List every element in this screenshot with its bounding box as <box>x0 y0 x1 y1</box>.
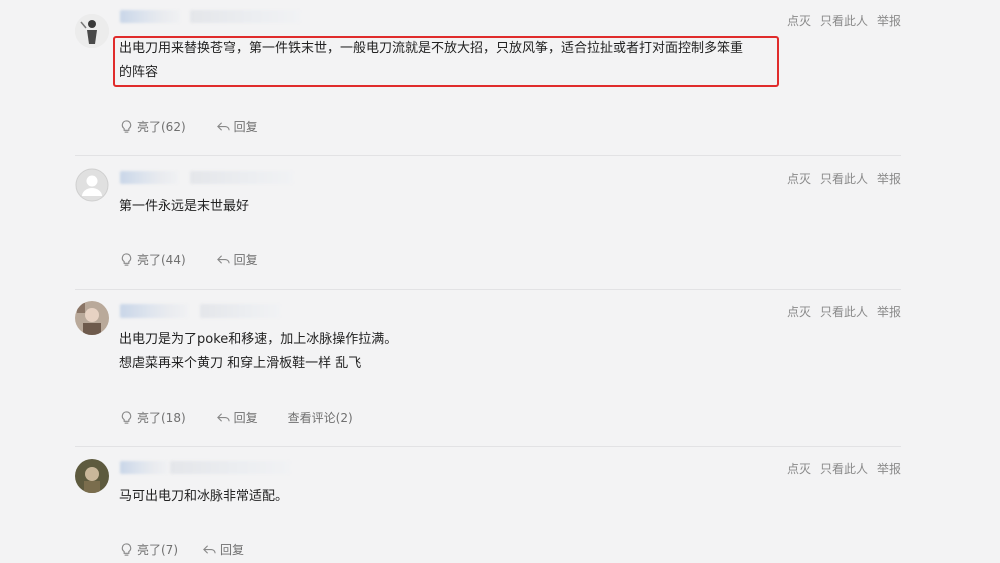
only-this-user-button[interactable]: 只看此人 <box>820 303 868 320</box>
like-button[interactable]: 亮了(62) <box>119 118 186 135</box>
comment-line: 出电刀是为了poke和移速，加上冰脉操作拉满。 <box>119 332 398 347</box>
reply-button[interactable]: 回复 <box>202 541 244 558</box>
bulb-icon <box>121 120 132 133</box>
divider <box>75 289 901 290</box>
like-light-button[interactable]: 点灭 <box>787 303 811 320</box>
like-button[interactable]: 亮了(44) <box>119 251 186 268</box>
like-light-button[interactable]: 点灭 <box>787 460 811 477</box>
reply-label: 回复 <box>220 543 245 557</box>
view-comments-link[interactable]: 查看评论(2) <box>288 409 353 426</box>
username-blurred <box>120 304 188 318</box>
avatar-image <box>75 459 109 493</box>
reply-icon <box>216 122 230 131</box>
comment-actions-top: 点灭 只看此人 举报 <box>787 170 901 187</box>
username-blurred <box>120 461 168 474</box>
bulb-icon <box>121 543 132 556</box>
reply-icon <box>203 545 216 554</box>
reply-button[interactable]: 回复 <box>216 409 258 426</box>
only-this-user-button[interactable]: 只看此人 <box>820 170 868 187</box>
like-count: 亮了(7) <box>137 543 178 557</box>
user-meta-blurred <box>200 304 280 318</box>
avatar[interactable] <box>75 14 109 48</box>
comment-text: 出电刀用来替换苍穹，第一件铁末世，一般电刀流就是不放大招，只放风筝，适合拉扯或者… <box>119 37 779 85</box>
like-count: 亮了(62) <box>137 120 186 134</box>
reply-button[interactable]: 回复 <box>216 118 258 135</box>
only-this-user-button[interactable]: 只看此人 <box>820 12 868 29</box>
comment-text: 出电刀是为了poke和移速，加上冰脉操作拉满。 想虐菜再来个黄刀 和穿上滑板鞋一… <box>119 328 779 376</box>
bulb-icon <box>121 253 132 266</box>
comment-line: 想虐菜再来个黄刀 和穿上滑板鞋一样 乱飞 <box>119 356 362 371</box>
reply-icon <box>216 255 230 264</box>
reply-label: 回复 <box>233 120 258 134</box>
like-count: 亮了(18) <box>137 411 186 425</box>
avatar[interactable] <box>75 168 109 202</box>
report-button[interactable]: 举报 <box>877 460 901 477</box>
report-button[interactable]: 举报 <box>877 12 901 29</box>
user-meta-blurred <box>170 461 290 474</box>
divider <box>75 155 901 156</box>
reply-button[interactable]: 回复 <box>216 251 258 268</box>
like-button[interactable]: 亮了(7) <box>119 541 178 558</box>
divider <box>75 446 901 447</box>
comment-text: 马可出电刀和冰脉非常适配。 <box>119 485 779 509</box>
avatar-image <box>75 14 109 48</box>
reply-label: 回复 <box>233 253 258 267</box>
comment-line: 马可出电刀和冰脉非常适配。 <box>119 489 289 504</box>
avatar[interactable] <box>75 459 109 493</box>
user-meta-blurred <box>190 10 300 23</box>
username-blurred <box>120 171 178 184</box>
like-count: 亮了(44) <box>137 253 186 267</box>
like-button[interactable]: 亮了(18) <box>119 409 186 426</box>
comment-text: 第一件永远是末世最好 <box>119 195 779 219</box>
bulb-icon <box>121 411 132 424</box>
only-this-user-button[interactable]: 只看此人 <box>820 460 868 477</box>
comment-bottom-actions: 亮了(62) 回复 <box>119 118 258 135</box>
reply-label: 回复 <box>233 411 258 425</box>
comment-actions-top: 点灭 只看此人 举报 <box>787 12 901 29</box>
report-button[interactable]: 举报 <box>877 170 901 187</box>
like-light-button[interactable]: 点灭 <box>787 170 811 187</box>
comment-line: 的阵容 <box>119 65 159 80</box>
comment-line: 出电刀用来替换苍穹，第一件铁末世，一般电刀流就是不放大招，只放风筝，适合拉扯或者… <box>119 41 744 56</box>
comment-actions-top: 点灭 只看此人 举报 <box>787 303 901 320</box>
username-blurred <box>120 10 180 23</box>
comment-actions-top: 点灭 只看此人 举报 <box>787 460 901 477</box>
avatar[interactable] <box>75 301 109 335</box>
comment-bottom-actions: 亮了(44) 回复 <box>119 251 258 268</box>
reply-icon <box>216 413 230 422</box>
avatar-image <box>75 301 109 335</box>
view-comments-label: 查看评论(2) <box>287 411 353 425</box>
report-button[interactable]: 举报 <box>877 303 901 320</box>
like-light-button[interactable]: 点灭 <box>787 12 811 29</box>
comment-bottom-actions: 亮了(7) 回复 <box>119 541 244 558</box>
comment-bottom-actions: 亮了(18) 回复 查看评论(2) <box>119 409 353 426</box>
default-avatar-icon <box>75 168 109 202</box>
comment-line: 第一件永远是末世最好 <box>119 199 250 214</box>
user-meta-blurred <box>190 171 293 184</box>
